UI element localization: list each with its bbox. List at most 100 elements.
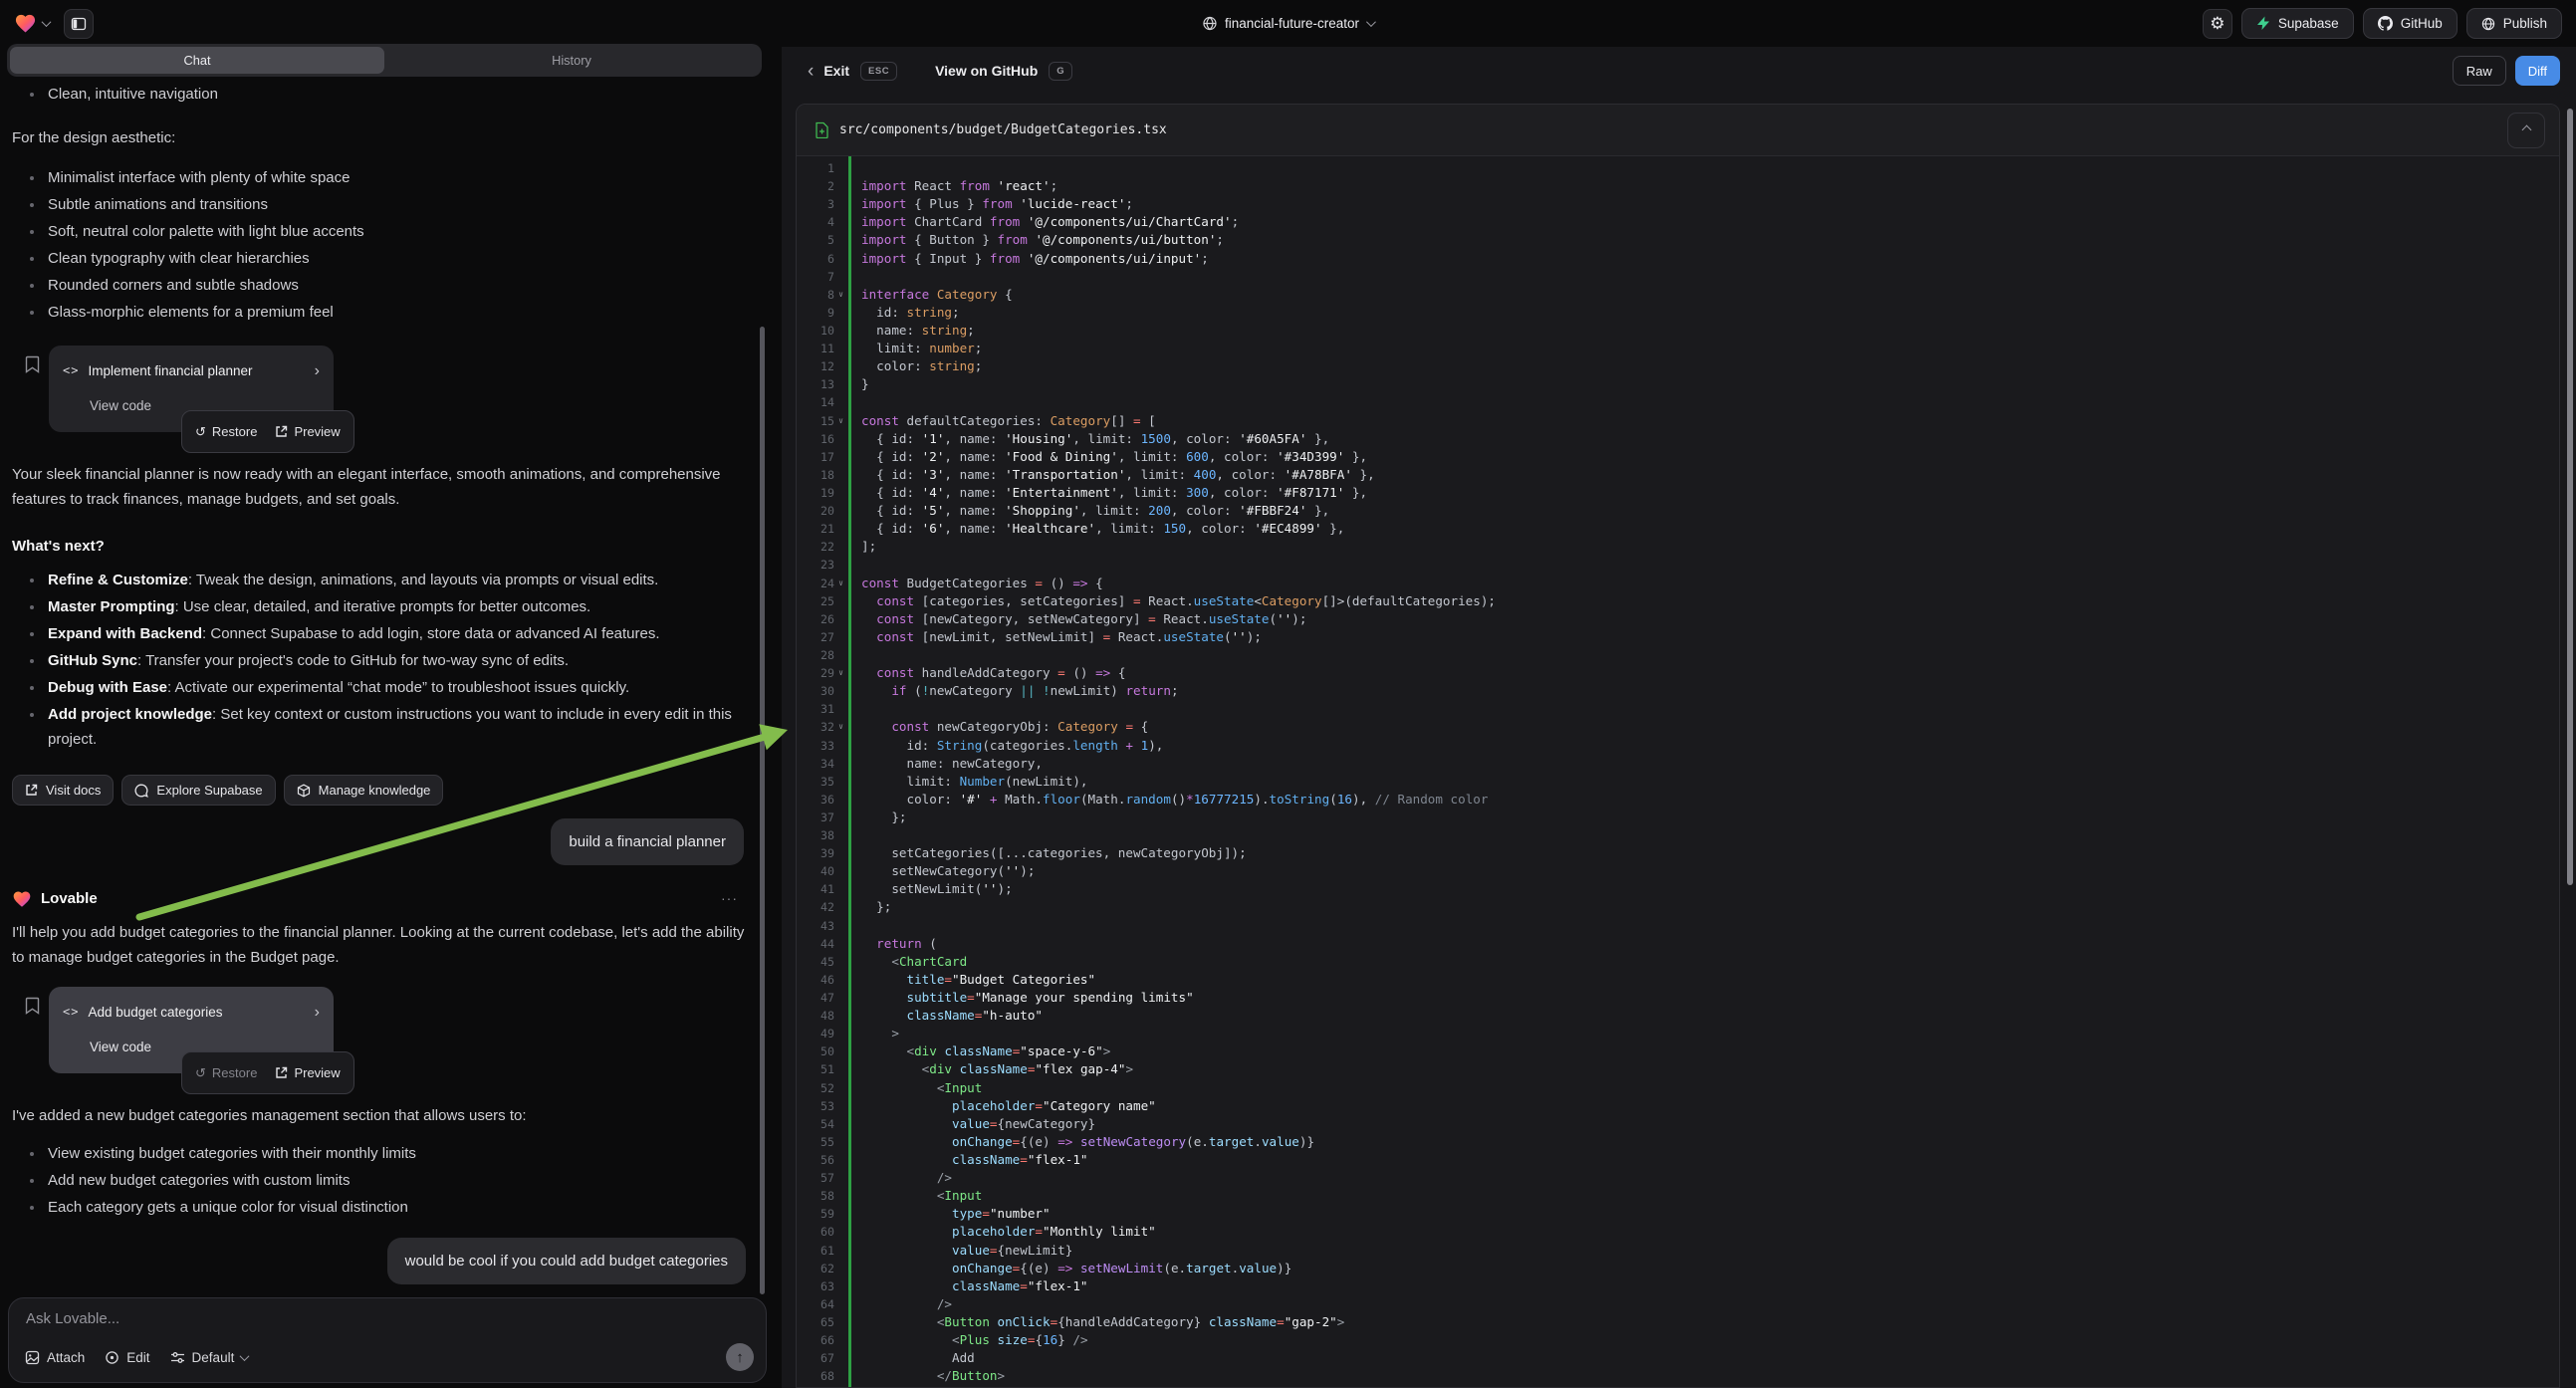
code-line: 15∨const defaultCategories: Category[] =… [797,412,2559,430]
line-number: 51 [803,1060,834,1078]
bullet-dot [30,284,34,288]
fold-gutter [834,1367,847,1385]
chat-message-list[interactable]: Clean, intuitive navigation For the desi… [12,80,758,1227]
fold-chevron-icon[interactable]: ∨ [834,412,847,430]
code-text: <Plus size={16} /> [847,1331,1088,1349]
line-number: 10 [803,322,834,340]
code-text: { id: '4', name: 'Entertainment', limit:… [847,484,1367,502]
code-text: /> [847,1295,952,1313]
tab-history[interactable]: History [384,47,759,74]
code-icon: <> [63,1000,79,1025]
fold-chevron-icon[interactable]: ∨ [834,718,847,736]
publish-button[interactable]: Publish [2466,8,2562,39]
bullet-text: Glass-morphic elements for a premium fee… [48,300,334,325]
restore-button[interactable]: ↺ Restore [195,419,257,444]
chat-input[interactable] [26,1310,623,1327]
code-text: name: string; [847,322,975,340]
raw-toggle-button[interactable]: Raw [2453,56,2506,86]
line-number: 29 [803,664,834,682]
restore-button[interactable]: ↺ Restore [195,1060,257,1085]
fold-gutter [834,268,847,286]
supabase-button[interactable]: Supabase [2241,8,2354,39]
code-text: import { Plus } from 'lucide-react'; [847,195,1133,213]
chat-input-box[interactable]: Attach Edit Default ↑ [8,1297,767,1383]
line-number: 41 [803,880,834,898]
list-item: Clean typography with clear hierarchies [12,246,758,273]
fold-gutter [834,1151,847,1169]
code-line: 35 limit: Number(newLimit), [797,773,2559,791]
attach-button[interactable]: Attach [25,1350,85,1365]
message-options-button[interactable]: ··· [721,886,738,911]
visit-docs-button[interactable]: Visit docs [12,775,114,806]
list-item: Master Prompting: Use clear, detailed, a… [12,594,758,621]
bullet-dot [30,686,34,690]
fold-gutter [834,592,847,610]
agent-paragraph: I'll help you add budget categories to t… [12,920,747,970]
send-button[interactable]: ↑ [726,1343,754,1371]
file-path: src/components/budget/BudgetCategories.t… [839,122,1167,137]
code-text: const newCategoryObj: Category = { [847,718,1148,736]
fold-chevron-icon[interactable]: ∨ [834,575,847,592]
fold-gutter [834,737,847,755]
logo-menu-chevron-icon[interactable] [42,17,52,27]
chevron-right-icon: › [315,363,320,379]
version-card-implement-financial-planner[interactable]: <> Implement financial planner › View co… [49,346,334,432]
code-text: className="flex-1" [847,1277,1088,1295]
code-text: setNewCategory(''); [847,862,1035,880]
code-line: 17 { id: '2', name: 'Food & Dining', lim… [797,448,2559,466]
fold-gutter [834,1313,847,1331]
version-card-add-budget-categories[interactable]: <> Add budget categories › View code ↺ R… [49,987,334,1073]
project-switcher[interactable]: financial-future-creator [1202,0,1374,47]
line-number: 39 [803,844,834,862]
preview-button[interactable]: Preview [275,1060,340,1085]
code-scrollbar[interactable] [2567,109,2573,885]
whats-next-heading: What's next? [12,534,758,559]
file-added-icon [815,121,829,138]
explore-supabase-button[interactable]: Explore Supabase [121,775,275,806]
fold-chevron-icon[interactable]: ∨ [834,286,847,304]
toggle-sidebar-button[interactable] [64,9,94,39]
code-line: 55 onChange={(e) => setNewCategory(e.tar… [797,1133,2559,1151]
fold-gutter [834,682,847,700]
view-on-github-button[interactable]: View on GitHub [935,63,1038,79]
panel-icon [71,16,87,32]
chat-scrollbar[interactable] [760,327,765,1294]
code-line: 40 setNewCategory(''); [797,862,2559,880]
code-line: 13} [797,375,2559,393]
code-text: <Button onClick={handleAddCategory} clas… [847,1313,1344,1331]
file-header[interactable]: src/components/budget/BudgetCategories.t… [797,105,2559,156]
fold-gutter [834,1169,847,1187]
tab-chat-label: Chat [183,53,210,68]
github-button[interactable]: GitHub [2363,8,2458,39]
fold-gutter [834,304,847,322]
fold-chevron-icon[interactable]: ∨ [834,664,847,682]
line-number: 53 [803,1097,834,1115]
line-number: 59 [803,1205,834,1223]
code-text: }; [847,809,907,826]
code-file-card: src/components/budget/BudgetCategories.t… [796,104,2560,1388]
mode-select-default[interactable]: Default [170,1350,249,1365]
code-text: <Input [847,1187,982,1205]
code-text: import { Input } from '@/components/ui/i… [847,250,1209,268]
line-number: 44 [803,935,834,953]
collapse-file-button[interactable] [2507,113,2545,148]
line-number: 27 [803,628,834,646]
fold-gutter [834,484,847,502]
fold-gutter [834,466,847,484]
line-number: 47 [803,989,834,1007]
manage-knowledge-button[interactable]: Manage knowledge [284,775,444,806]
bullet-text: Debug with Ease: Activate our experiment… [48,675,629,700]
diff-toggle-button[interactable]: Diff [2515,56,2560,86]
preview-button[interactable]: Preview [275,419,340,444]
fold-gutter [834,862,847,880]
settings-button[interactable]: ⚙ [2203,9,2232,39]
code-line: 10 name: string; [797,322,2559,340]
line-number: 1 [803,159,834,177]
lovable-logo-icon[interactable] [14,12,37,35]
tab-chat[interactable]: Chat [10,47,384,74]
line-number: 61 [803,1242,834,1260]
line-number: 23 [803,556,834,574]
exit-button[interactable]: Exit [823,63,849,79]
edit-button[interactable]: Edit [105,1350,149,1365]
fold-gutter [834,520,847,538]
